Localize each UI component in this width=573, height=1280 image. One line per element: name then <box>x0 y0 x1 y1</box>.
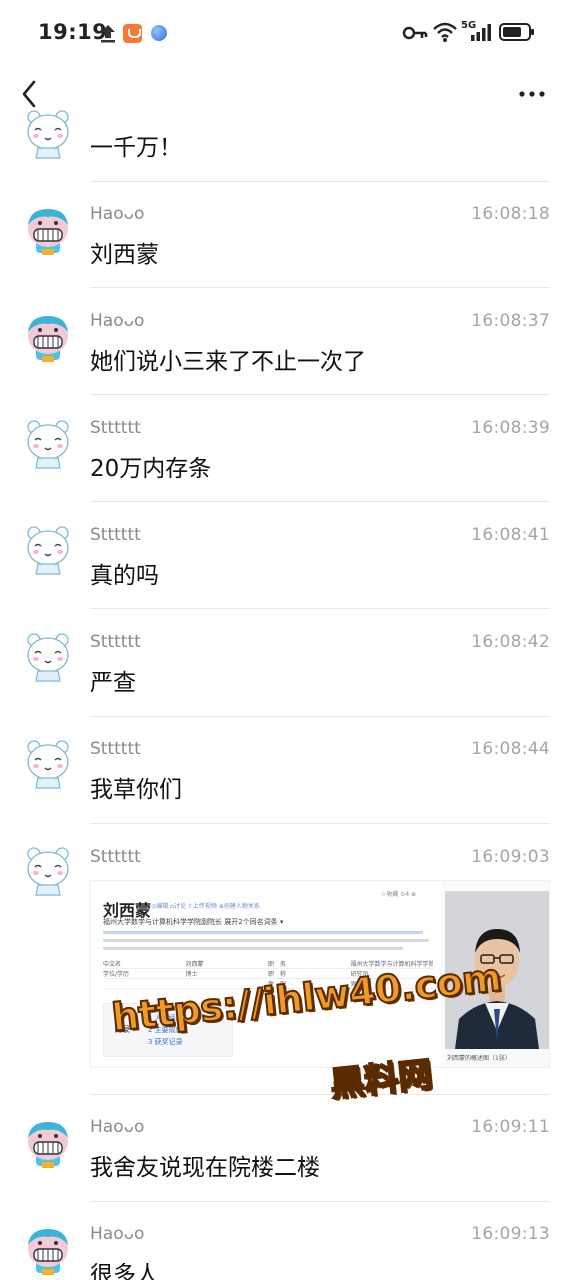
message-divider <box>90 394 550 395</box>
status-time: 19:19 <box>38 20 108 44</box>
message-text: 我舍友说现在院楼二楼 <box>90 1155 320 1181</box>
avatar[interactable] <box>22 524 74 576</box>
message-divider <box>90 1094 550 1095</box>
message-text: 20万内存条 <box>90 456 212 482</box>
message-divider <box>90 608 550 609</box>
message-time: 16:09:13 <box>471 1224 550 1244</box>
baike-text-line <box>103 947 403 950</box>
avatar[interactable] <box>22 1118 74 1170</box>
baike-tools: ◎编辑 ⌂讨论 ⇪上传视频 ⊕创建人物关系 <box>151 903 260 910</box>
message-time: 16:08:41 <box>471 525 550 545</box>
message-text: 刘西蒙 <box>90 242 159 268</box>
message-text: 我草你们 <box>90 777 182 803</box>
sender-name: Stttttt <box>90 739 141 759</box>
baike-text-line <box>103 939 429 942</box>
baike-subtitle: 福州大学数学与计算机科学学院副院长 展开2个同名词条 ▾ <box>103 918 284 926</box>
message-time: 16:08:42 <box>471 632 550 652</box>
avatar[interactable] <box>22 108 74 160</box>
message-divider <box>90 287 550 288</box>
avatar[interactable] <box>22 205 74 257</box>
message-text: 很多人 <box>90 1262 159 1280</box>
message-time: 16:08:44 <box>471 739 550 759</box>
toc-item: 3 获奖记录 <box>148 1038 183 1046</box>
baike-right-tools: ☆收藏 ⊙4 ⊕ <box>381 891 417 898</box>
message-text: 严查 <box>90 670 136 696</box>
battery-icon <box>499 23 534 41</box>
sender-name: Stttttt <box>90 632 141 652</box>
message-divider <box>90 823 550 824</box>
sender-name: Haoᴗo <box>90 1224 145 1244</box>
message-text: 真的吗 <box>90 563 159 589</box>
message-divider <box>90 716 550 717</box>
status-bar: 19:19 5G <box>0 0 573 64</box>
sender-name: Haoᴗo <box>90 204 145 224</box>
avatar[interactable] <box>22 631 74 683</box>
sender-name: Haoᴗo <box>90 311 145 331</box>
message-time: 16:09:03 <box>471 847 550 867</box>
globe-app-icon <box>151 25 167 41</box>
message-time: 16:08:39 <box>471 418 550 438</box>
message-divider <box>90 181 550 182</box>
key-icon <box>402 26 428 40</box>
sender-name: Stttttt <box>90 847 141 867</box>
chat-nav-bar <box>0 64 573 124</box>
wifi-icon <box>433 22 457 42</box>
signal-icon <box>471 24 491 41</box>
photo-caption: 刘西蒙的概述图（1张） <box>447 1055 511 1062</box>
message-time: 16:09:11 <box>471 1117 550 1137</box>
sender-name: Stttttt <box>90 525 141 545</box>
message-time: 16:08:18 <box>471 204 550 224</box>
message-divider <box>90 1201 550 1202</box>
watermark-cn: 黑料网 <box>328 1054 436 1106</box>
chevron-left-icon[interactable] <box>16 78 44 110</box>
sender-name: Stttttt <box>90 418 141 438</box>
more-dots-icon[interactable] <box>514 80 550 108</box>
upload-icon <box>101 25 115 43</box>
message-text: 一千万！ <box>90 135 182 161</box>
message-time: 16:08:37 <box>471 311 550 331</box>
shield-app-icon <box>123 24 142 43</box>
message-divider <box>90 501 550 502</box>
sender-name: Haoᴗo <box>90 1117 145 1137</box>
avatar[interactable] <box>22 845 74 897</box>
baike-text-line <box>103 931 423 934</box>
avatar[interactable] <box>22 418 74 470</box>
avatar[interactable] <box>22 312 74 364</box>
message-text: 她们说小三来了不止一次了 <box>90 349 366 375</box>
avatar[interactable] <box>22 1225 74 1277</box>
avatar[interactable] <box>22 738 74 790</box>
